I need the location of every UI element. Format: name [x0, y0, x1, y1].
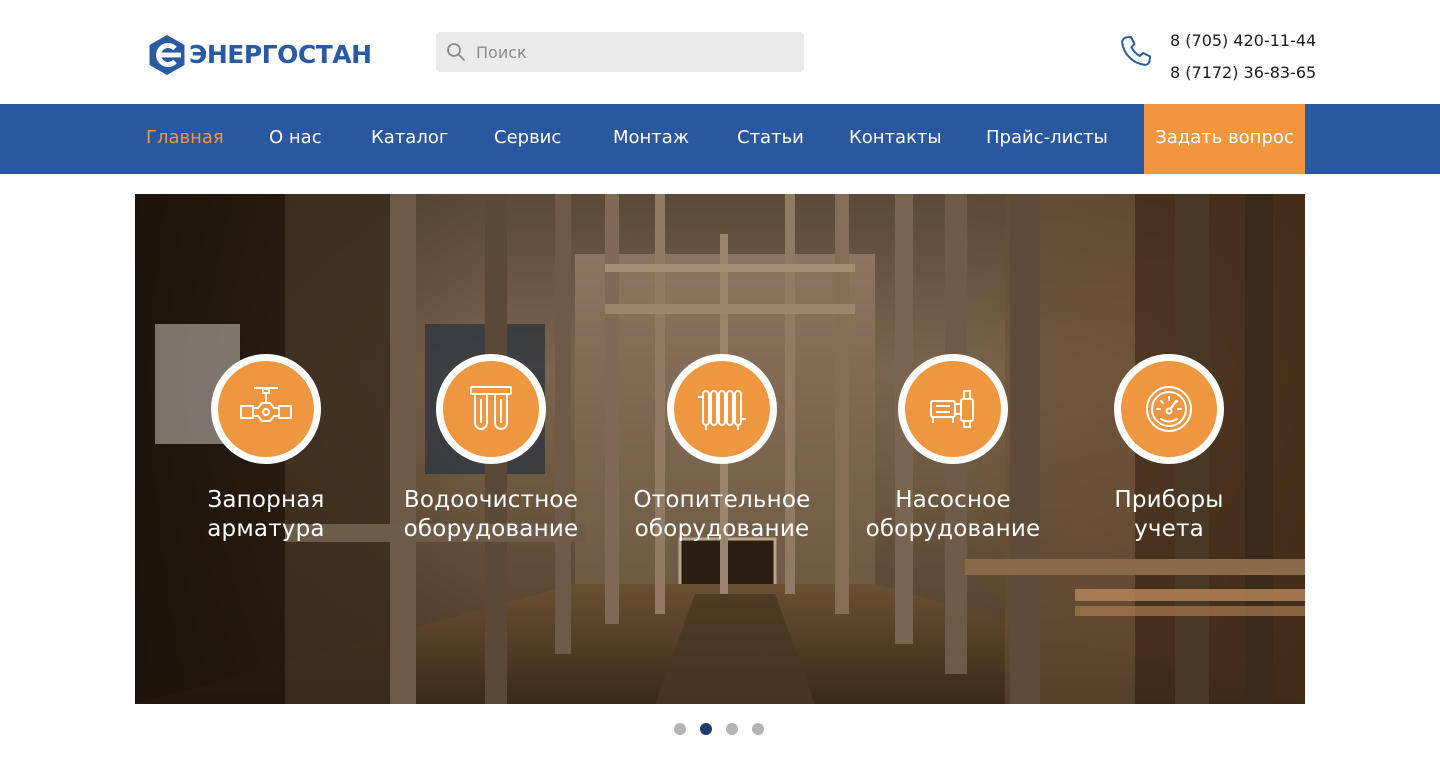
water-filter-icon: [470, 386, 512, 430]
nav-item-home[interactable]: Главная: [146, 104, 224, 174]
category-label: Водоочистное оборудование: [403, 487, 579, 542]
category-label: Насосное оборудование: [865, 487, 1041, 542]
category-pumps[interactable]: Насосное оборудование: [843, 354, 1063, 544]
category-icon-ring: [1114, 354, 1224, 464]
slider-dot[interactable]: [726, 723, 738, 735]
search-input[interactable]: [476, 33, 796, 71]
category-water-treatment[interactable]: Водоочистное оборудование: [381, 354, 601, 544]
nav-item-contacts[interactable]: Контакты: [849, 104, 942, 174]
hexagon-c-icon: [149, 35, 185, 75]
phone-number[interactable]: 8 (7172) 36-83-65: [1170, 62, 1316, 84]
category-icon-ring: [898, 354, 1008, 464]
slider-dot[interactable]: [674, 723, 686, 735]
search-icon[interactable]: [446, 42, 466, 62]
nav-item-articles[interactable]: Статьи: [737, 104, 804, 174]
pump-icon: [930, 390, 974, 428]
category-label: Отопительное оборудование: [633, 487, 811, 542]
ask-question-button[interactable]: Задать вопрос: [1144, 104, 1305, 174]
gauge-icon: [1146, 386, 1192, 432]
nav-item-about[interactable]: О нас: [269, 104, 322, 174]
hero-banner: Запорная арматура Водоочистное оборудова…: [135, 194, 1305, 704]
valve-icon: [240, 387, 292, 422]
nav-item-catalog[interactable]: Каталог: [371, 104, 448, 174]
category-label: Запорная арматура: [207, 487, 325, 542]
phone-number[interactable]: 8 (705) 420-11-44: [1170, 30, 1316, 52]
slider-dot-active[interactable]: [700, 723, 712, 735]
search-box: [436, 32, 804, 72]
slider-dot[interactable]: [752, 723, 764, 735]
category-meters[interactable]: Приборы учета: [1059, 354, 1279, 544]
slider-pagination: [674, 723, 778, 735]
brand-name: ЭНЕРГОСТАН: [189, 40, 372, 69]
site-header: ЭНЕРГОСТАН 8 (705) 420-11-44 8 (7172) 36…: [0, 0, 1440, 104]
category-heating[interactable]: Отопительное оборудование: [612, 354, 832, 544]
nav-item-service[interactable]: Сервис: [494, 104, 561, 174]
category-shutoff-valves[interactable]: Запорная арматура: [156, 354, 376, 544]
category-icon-ring: [436, 354, 546, 464]
radiator-icon: [698, 390, 746, 430]
category-icon-ring: [667, 354, 777, 464]
phone-icon: [1121, 36, 1151, 66]
phone-numbers: 8 (705) 420-11-44 8 (7172) 36-83-65: [1170, 30, 1316, 84]
logo[interactable]: ЭНЕРГОСТАН: [145, 33, 372, 77]
nav-item-installation[interactable]: Монтаж: [613, 104, 689, 174]
category-icon-ring: [211, 354, 321, 464]
nav-item-price-lists[interactable]: Прайс-листы: [986, 104, 1108, 174]
category-label: Приборы учета: [1114, 487, 1224, 542]
main-nav: Главная О нас Каталог Сервис Монтаж Стат…: [0, 104, 1440, 174]
